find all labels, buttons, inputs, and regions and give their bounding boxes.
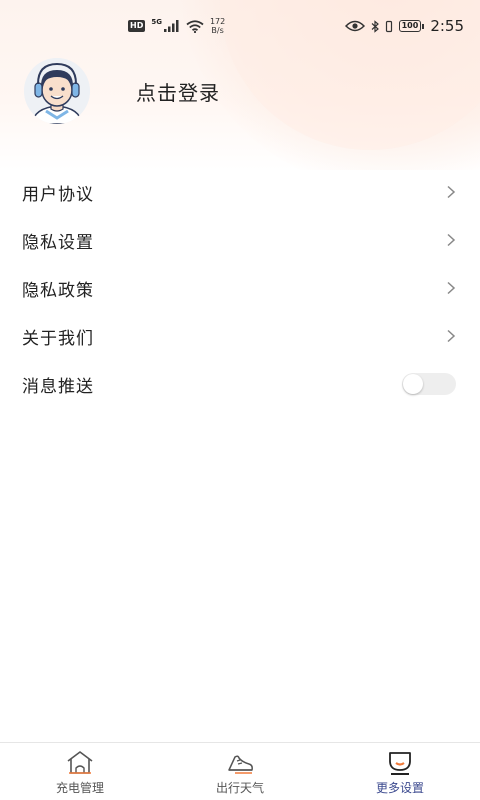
tab-charging-management[interactable]: 充电管理	[0, 743, 160, 800]
menu-item-label: 隐私政策	[22, 280, 94, 301]
menu-item-privacy-settings[interactable]: 隐私设置	[0, 216, 480, 264]
tab-travel-weather[interactable]: 出行天气	[160, 743, 320, 800]
menu-item-privacy-policy[interactable]: 隐私政策	[0, 264, 480, 312]
menu-item-label: 关于我们	[22, 328, 94, 349]
bottom-tab-bar: 充电管理 出行天气 更多设置	[0, 742, 480, 800]
signal-icon	[163, 20, 179, 32]
avatar[interactable]	[24, 58, 90, 124]
hd-badge: HD	[128, 20, 146, 32]
status-right: 100 2:55	[344, 17, 464, 35]
toggle-knob	[403, 374, 423, 394]
wifi-icon	[186, 19, 204, 33]
tab-label: 更多设置	[375, 781, 424, 795]
battery-indicator: 100	[398, 20, 424, 32]
menu-item-label: 消息推送	[22, 376, 94, 397]
tab-label: 出行天气	[215, 781, 264, 795]
push-toggle[interactable]	[402, 373, 456, 395]
vibrate-battery-icon	[385, 20, 392, 32]
chevron-right-icon	[447, 329, 456, 343]
network-type: 5G	[151, 18, 162, 26]
chevron-right-icon	[447, 185, 456, 199]
house-icon	[67, 751, 93, 774]
profile-header[interactable]: 点击登录	[24, 58, 220, 124]
speed-value: 172	[209, 17, 226, 26]
chevron-right-icon	[447, 281, 456, 295]
status-left: HD 5G 172 B/s	[128, 17, 225, 35]
login-prompt[interactable]: 点击登录	[136, 77, 220, 106]
status-bar: HD 5G 172 B/s 100 2:55	[0, 0, 480, 52]
cup-icon	[389, 752, 411, 775]
eye-icon	[344, 20, 365, 32]
menu-item-label: 隐私设置	[22, 232, 94, 253]
tab-label: 充电管理	[55, 781, 104, 795]
menu-item-label: 用户协议	[22, 184, 94, 205]
clock: 2:55	[430, 17, 464, 35]
settings-menu: 用户协议 隐私设置 隐私政策 关于我们 消息推送	[0, 168, 480, 408]
bluetooth-icon	[371, 19, 379, 33]
network-speed: 172 B/s	[210, 17, 225, 35]
tab-more-settings[interactable]: 更多设置	[320, 743, 480, 800]
sneaker-icon	[228, 755, 253, 774]
chevron-right-icon	[447, 233, 456, 247]
menu-item-about-us[interactable]: 关于我们	[0, 312, 480, 360]
avatar-illustration	[24, 58, 90, 124]
menu-item-user-agreement[interactable]: 用户协议	[0, 168, 480, 216]
speed-unit: B/s	[211, 26, 224, 35]
menu-item-push-notifications: 消息推送	[0, 360, 480, 408]
